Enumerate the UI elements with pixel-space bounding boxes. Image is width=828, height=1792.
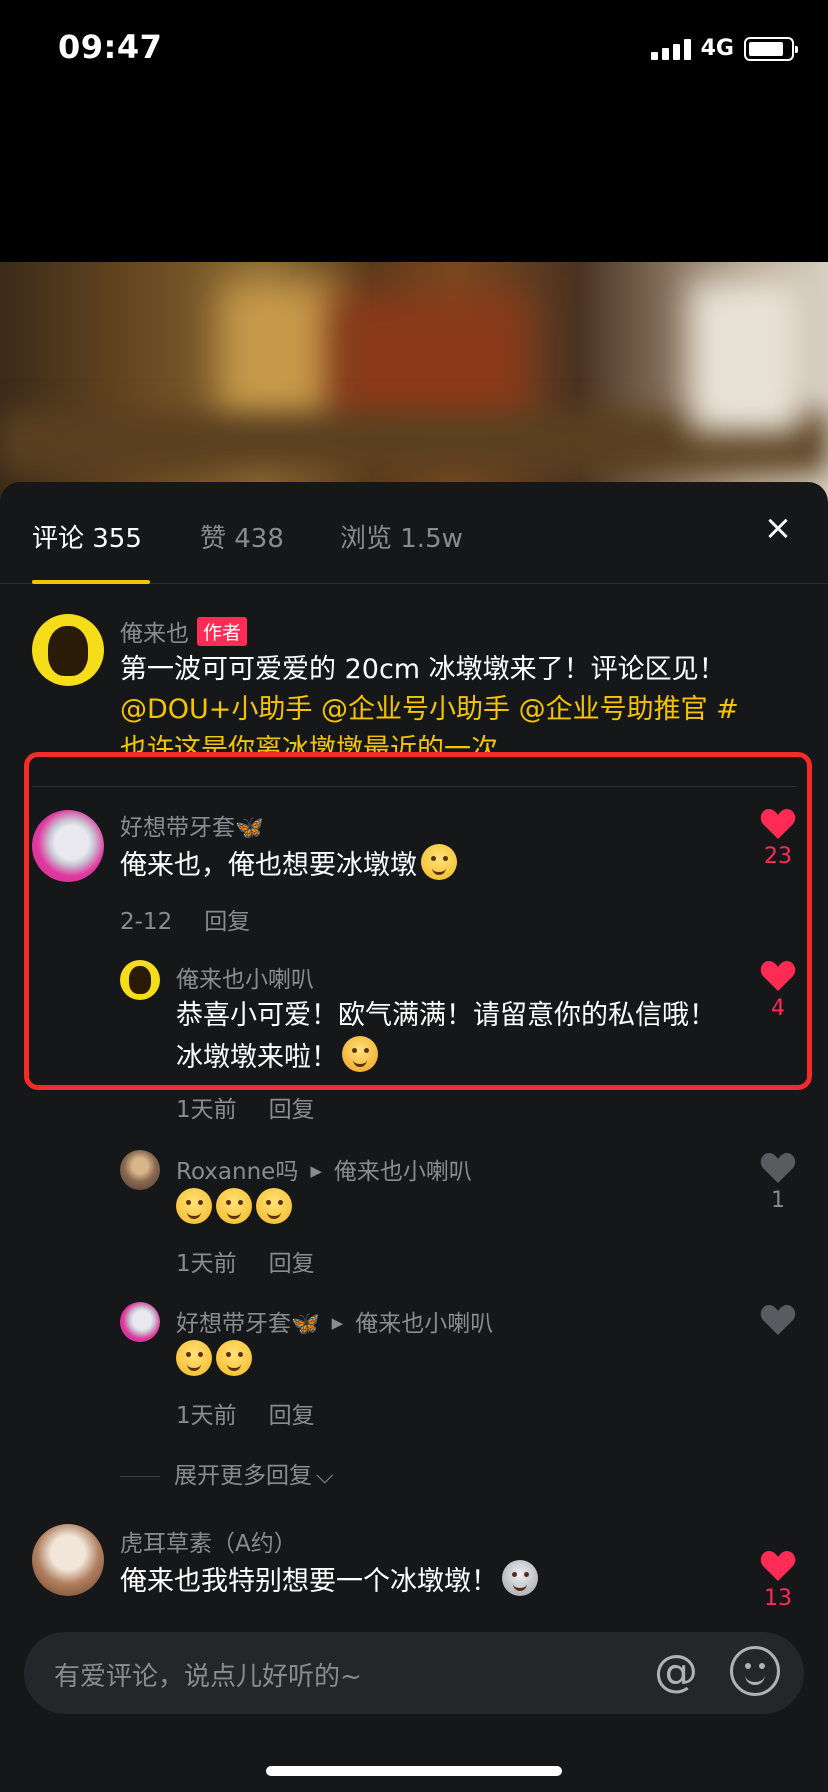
- tab-likes[interactable]: 赞 438: [200, 518, 284, 555]
- highlight-box: [24, 752, 812, 1090]
- reply-date: 1天前: [176, 1403, 237, 1429]
- signal-icon: [650, 38, 691, 60]
- mention-links[interactable]: @DOU+小助手 @企业号小助手 @企业号助推官 #也许这是你离冰墩墩最近的一次: [120, 694, 739, 752]
- comment-text: 俺来也我特别想要一个冰墩墩！: [120, 1560, 538, 1602]
- pleading-emoji-icon: [216, 1340, 252, 1376]
- reply-meta: 1天前 回复: [176, 1090, 315, 1124]
- tab-bar: 评论 355 赞 438 浏览 1.5w ×: [0, 482, 828, 584]
- status-bar: 09:47 4G: [0, 0, 828, 100]
- author-comment: 俺来也 作者 第一波可可爱爱的 20cm 冰墩墩来了！评论区见！@DOU+小助手 …: [0, 604, 828, 752]
- heart-icon: [760, 1153, 796, 1183]
- at-mention-icon[interactable]: @: [650, 1646, 702, 1698]
- reply-button[interactable]: 回复: [269, 1403, 315, 1429]
- reply-username: 好想带牙套🦋 ▶ 俺来也小喇叭: [176, 1311, 494, 1337]
- pleading-emoji-icon: [216, 1188, 252, 1224]
- like-button[interactable]: [758, 1304, 798, 1336]
- avatar[interactable]: [32, 1524, 104, 1596]
- reply-arrow-icon: ▶: [310, 1162, 322, 1180]
- avatar[interactable]: [32, 614, 104, 686]
- video-preview[interactable]: [0, 262, 828, 502]
- expand-more-replies[interactable]: 展开更多回复 ⌵: [120, 1456, 333, 1490]
- heart-icon: [760, 1551, 796, 1581]
- pleading-emoji-icon: [176, 1340, 212, 1376]
- comment-username[interactable]: 俺来也 作者: [120, 614, 248, 648]
- reply-username: Roxanne吗 ▶ 俺来也小喇叭: [176, 1159, 472, 1185]
- like-count: 1: [771, 1188, 785, 1213]
- heart-icon: [760, 1305, 796, 1335]
- cat-emoji-icon: [502, 1560, 538, 1596]
- reply-meta: 1天前 回复: [176, 1244, 315, 1278]
- battery-icon: [744, 36, 798, 61]
- author-badge: 作者: [197, 617, 248, 646]
- like-button[interactable]: 1: [758, 1152, 798, 1213]
- like-button[interactable]: 13: [758, 1550, 798, 1611]
- emoji-picker-icon[interactable]: [730, 1646, 780, 1696]
- reply-item: 好想带牙套🦋 ▶ 俺来也小喇叭 1天前 回复: [0, 1298, 828, 1430]
- active-tab-indicator: [32, 580, 150, 584]
- reply-meta: 1天前 回复: [176, 1396, 315, 1430]
- pleading-emoji-icon: [256, 1188, 292, 1224]
- reply-arrow-icon: ▶: [331, 1314, 344, 1332]
- reply-date: 1天前: [176, 1251, 237, 1277]
- reply-text: [172, 1340, 252, 1382]
- status-time: 09:47: [58, 28, 163, 66]
- tab-views[interactable]: 浏览 1.5w: [340, 518, 463, 555]
- chevron-down-icon: ⌵: [316, 1463, 334, 1489]
- network-label: 4G: [700, 36, 734, 61]
- avatar[interactable]: [120, 1150, 160, 1190]
- avatar[interactable]: [120, 1302, 160, 1342]
- status-indicators: 4G: [650, 36, 798, 61]
- like-count: 13: [764, 1586, 792, 1611]
- comment-input[interactable]: 有爱评论，说点儿好听的~ @: [24, 1632, 804, 1714]
- close-icon[interactable]: ×: [756, 506, 800, 550]
- comment-item: 虎耳草素（A约） 俺来也我特别想要一个冰墩墩！ 13: [0, 1522, 828, 1642]
- input-placeholder: 有爱评论，说点儿好听的~: [54, 1662, 362, 1692]
- comment-username[interactable]: 虎耳草素（A约）: [120, 1524, 297, 1558]
- reply-item: Roxanne吗 ▶ 俺来也小喇叭 1天前 回复 1: [0, 1146, 828, 1278]
- reply-button[interactable]: 回复: [269, 1097, 315, 1123]
- reply-text: [172, 1188, 292, 1230]
- pleading-emoji-icon: [176, 1188, 212, 1224]
- reply-date: 1天前: [176, 1097, 237, 1123]
- tab-comments[interactable]: 评论 355: [32, 518, 142, 555]
- comment-text: 第一波可可爱爱的 20cm 冰墩墩来了！评论区见！@DOU+小助手 @企业号小助…: [120, 650, 740, 752]
- comment-sheet: 评论 355 赞 438 浏览 1.5w × 俺来也 作者 第一波可可爱爱的 20…: [0, 482, 828, 1792]
- home-indicator: [266, 1766, 562, 1776]
- reply-button[interactable]: 回复: [269, 1251, 315, 1277]
